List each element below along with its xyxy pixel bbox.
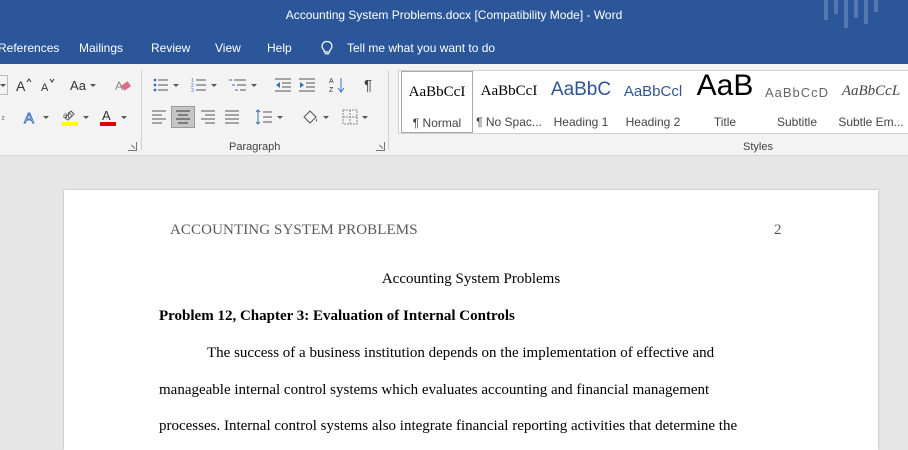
ribbon-tab-bar: References Mailings Review View Help Tel… — [0, 32, 908, 64]
paragraph-group-label: Paragraph — [229, 141, 281, 153]
style-no-spacing[interactable]: AaBbCcI ¶ No Spac... — [473, 71, 545, 133]
text-effects-icon[interactable]: A — [20, 106, 52, 128]
font-color-icon[interactable]: A — [96, 106, 130, 128]
bullets-icon[interactable] — [150, 74, 182, 96]
style-preview: AaBbCcI — [480, 83, 538, 99]
style-heading-1[interactable]: AaBbC Heading 1 — [545, 71, 617, 133]
style-preview: AaBbCcl — [623, 83, 683, 100]
tab-help[interactable]: Help — [267, 41, 292, 55]
align-center-icon[interactable] — [171, 106, 195, 128]
svg-text:A: A — [16, 78, 26, 93]
grow-font-icon[interactable]: A — [14, 74, 34, 96]
numbering-icon[interactable]: 1 2 3 — [188, 74, 220, 96]
document-page[interactable]: ACCOUNTING SYSTEM PROBLEMS 2 Accounting … — [64, 190, 878, 450]
svg-text:ab: ab — [63, 111, 72, 120]
svg-text:A: A — [329, 78, 334, 85]
window-title: Accounting System Problems.docx [Compati… — [285, 8, 623, 22]
title-bar-pattern-icon — [824, 0, 878, 28]
document-title[interactable]: Accounting System Problems — [64, 271, 878, 288]
tab-mailings[interactable]: Mailings — [79, 41, 123, 55]
line-spacing-icon[interactable] — [252, 106, 286, 128]
sort-icon[interactable]: A Z — [327, 74, 349, 96]
show-formatting-marks-icon[interactable]: ¶ — [357, 74, 379, 96]
style-label: ¶ No Spac... — [476, 115, 542, 129]
change-case-label: Aa — [70, 77, 86, 93]
align-left-icon[interactable] — [148, 106, 170, 128]
section-heading[interactable]: Problem 12, Chapter 3: Evaluation of Int… — [159, 308, 515, 325]
highlight-color-icon[interactable]: ab — [58, 106, 92, 128]
lightbulb-icon — [321, 40, 333, 55]
multilevel-list-icon[interactable] — [226, 74, 260, 96]
tab-view[interactable]: View — [215, 41, 241, 55]
svg-text:Z: Z — [329, 87, 334, 94]
title-bar: Accounting System Problems.docx [Compati… — [0, 0, 908, 32]
style-subtitle[interactable]: AaBbCcD Subtitle — [761, 71, 833, 133]
svg-text:A: A — [41, 82, 49, 93]
group-separator — [388, 70, 389, 150]
tab-references[interactable]: References — [0, 41, 59, 55]
justify-icon[interactable] — [221, 106, 243, 128]
style-label: Subtitle — [776, 115, 818, 129]
style-title[interactable]: AaB Title — [689, 69, 761, 133]
style-preview: AaBbCcL — [841, 83, 901, 99]
subscript-icon[interactable]: ² — [0, 108, 8, 130]
paragraph-dialog-launcher-icon[interactable] — [376, 142, 385, 151]
style-preview: AaBbCcD — [764, 85, 830, 100]
change-case-button[interactable]: Aa — [66, 74, 100, 96]
group-separator — [141, 70, 142, 150]
tab-review[interactable]: Review — [151, 41, 190, 55]
style-preview: AaBbCcI — [408, 84, 466, 100]
style-subtle-emphasis[interactable]: AaBbCcL Subtle Em... — [833, 71, 908, 133]
styles-gallery: AaBbCcI ¶ Normal AaBbCcI ¶ No Spac... Aa… — [398, 69, 908, 134]
svg-text:3: 3 — [191, 88, 194, 93]
borders-icon[interactable] — [338, 106, 372, 128]
styles-group-label: Styles — [743, 141, 773, 153]
paragraph-line[interactable]: The success of a business institution de… — [207, 345, 714, 362]
paragraph-line[interactable]: manageable internal control systems whic… — [159, 382, 709, 399]
style-label: Subtle Em... — [838, 115, 904, 129]
ribbon: A A Aa A ² A ab A 1 2 3 A Z ¶ Paragraph … — [0, 64, 908, 156]
style-label: Title — [713, 115, 737, 129]
style-label: Heading 2 — [625, 115, 681, 129]
font-size-dropdown[interactable] — [0, 75, 8, 95]
svg-text:A: A — [102, 108, 111, 123]
shading-icon[interactable] — [298, 106, 332, 128]
style-normal[interactable]: AaBbCcI ¶ Normal — [401, 71, 473, 133]
decrease-indent-icon[interactable] — [272, 74, 294, 96]
page-number: 2 — [774, 222, 782, 238]
running-header: ACCOUNTING SYSTEM PROBLEMS — [170, 222, 418, 238]
clear-formatting-icon[interactable]: A — [112, 74, 134, 96]
document-canvas[interactable]: ACCOUNTING SYSTEM PROBLEMS 2 Accounting … — [0, 157, 908, 450]
shrink-font-icon[interactable]: A — [38, 74, 58, 96]
style-heading-2[interactable]: AaBbCcl Heading 2 — [617, 71, 689, 133]
font-dialog-launcher-icon[interactable] — [128, 142, 137, 151]
style-label: Heading 1 — [553, 115, 609, 129]
style-preview: AaB — [696, 69, 754, 102]
style-preview: AaBbC — [550, 79, 612, 100]
paragraph-line[interactable]: processes. Internal control systems also… — [159, 418, 737, 435]
svg-text:A: A — [24, 110, 34, 125]
align-right-icon[interactable] — [197, 106, 219, 128]
increase-indent-icon[interactable] — [296, 74, 318, 96]
style-label: ¶ Normal — [412, 116, 462, 130]
tell-me-label: Tell me what you want to do — [347, 41, 496, 55]
